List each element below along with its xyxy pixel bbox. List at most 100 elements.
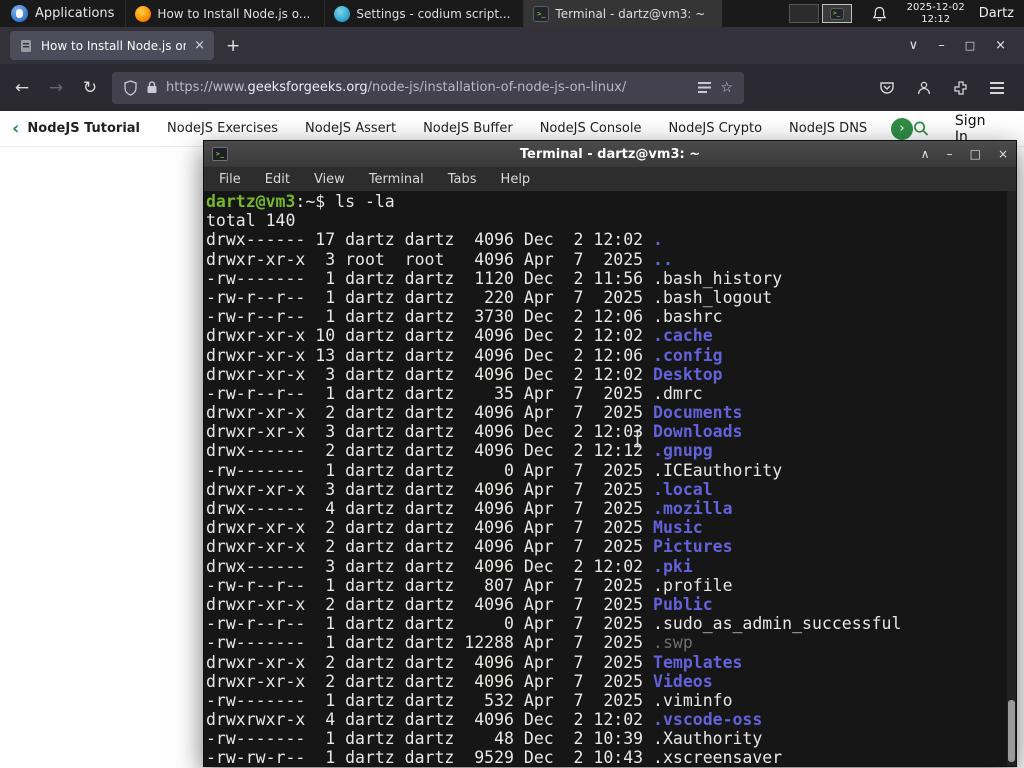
bookmark-star-icon[interactable]: ☆ xyxy=(720,80,733,96)
nav-item-nodejs-buffer[interactable]: NodeJS Buffer xyxy=(423,121,513,136)
terminal-title: Terminal - dartz@vm3: ~ xyxy=(519,146,701,162)
tracking-protection-shield-icon[interactable] xyxy=(123,79,138,96)
minimize-button[interactable]: – xyxy=(938,38,945,53)
clock[interactable]: 2025-12-02 12:12 xyxy=(899,0,973,27)
terminal-menubar: File Edit View Terminal Tabs Help xyxy=(204,167,1016,191)
applications-menu-label: Applications xyxy=(35,6,115,21)
terminal-close-button[interactable]: × xyxy=(998,147,1008,161)
menu-help[interactable]: Help xyxy=(501,172,531,187)
close-button[interactable]: × xyxy=(995,38,1006,53)
ls-row: -rw-r--r-- 1 dartz dartz 35 Apr 7 2025 .… xyxy=(206,383,703,403)
account-icon[interactable] xyxy=(916,80,932,96)
ls-row: drwx------ 4 dartz dartz 4096 Apr 7 2025… xyxy=(206,499,733,518)
clock-time: 12:12 xyxy=(921,13,951,25)
extensions-icon[interactable] xyxy=(953,80,969,96)
terminal-scrollbar[interactable] xyxy=(1007,191,1016,766)
ls-row: -rw------- 1 dartz dartz 12288 Apr 7 202… xyxy=(206,633,693,653)
nav-item-nodejs-console[interactable]: NodeJS Console xyxy=(540,121,642,136)
reader-view-icon[interactable] xyxy=(697,81,712,94)
ls-row: drwxr-xr-x 2 dartz dartz 4096 Apr 7 2025… xyxy=(206,518,703,538)
url-text[interactable]: https://www.geeksforgeeks.org/node-js/in… xyxy=(166,80,689,95)
tab-close-icon[interactable]: × xyxy=(194,38,205,53)
ls-row: -rw------- 1 dartz dartz 48 Dec 2 10:39 … xyxy=(206,729,763,749)
browser-tab[interactable]: How to Install Node.js on × xyxy=(10,31,214,60)
desktop: Applications How to Install Node.js o...… xyxy=(0,0,1024,768)
ls-row: drwx------ 2 dartz dartz 4096 Dec 2 12:1… xyxy=(206,441,713,461)
ls-row: drwx------ 17 dartz dartz 4096 Dec 2 12:… xyxy=(206,230,663,250)
ls-row: drwxr-xr-x 2 dartz dartz 4096 Apr 7 2025… xyxy=(206,671,713,691)
toolbar-icons xyxy=(879,79,1014,97)
menu-edit[interactable]: Edit xyxy=(265,172,290,187)
terminal-window: >_ Terminal - dartz@vm3: ~ ∧ – □ × File … xyxy=(203,140,1017,767)
ls-row: drwxr-xr-x 2 dartz dartz 4096 Apr 7 2025… xyxy=(206,652,743,672)
nav-item-nodejs-tutorial[interactable]: NodeJS Tutorial xyxy=(27,121,140,136)
terminal-shade-button[interactable]: ∧ xyxy=(921,147,930,161)
page-favicon xyxy=(21,39,31,52)
workspace-switcher[interactable]: >_ xyxy=(781,0,860,27)
nav-item-nodejs-exercises[interactable]: NodeJS Exercises xyxy=(167,121,278,136)
top-panel: Applications How to Install Node.js o...… xyxy=(0,0,1024,27)
menu-icon[interactable] xyxy=(990,79,1004,97)
terminal-icon: >_ xyxy=(533,5,550,22)
menu-file[interactable]: File xyxy=(219,172,241,187)
terminal-maximize-button[interactable]: □ xyxy=(970,147,981,161)
url-bar[interactable]: https://www.geeksforgeeks.org/node-js/in… xyxy=(112,71,744,104)
ls-row: -rw-r--r-- 1 dartz dartz 807 Apr 7 2025 … xyxy=(206,575,733,595)
tab-bar: How to Install Node.js on × + ∨ – □ × xyxy=(0,27,1024,64)
nav-item-nodejs-dns[interactable]: NodeJS DNS xyxy=(789,121,867,136)
search-icon[interactable] xyxy=(913,120,929,137)
codium-icon xyxy=(334,5,351,22)
back-button[interactable]: ← xyxy=(10,78,34,98)
ls-row: drwxr-xr-x 3 dartz dartz 4096 Dec 2 12:0… xyxy=(206,422,743,442)
notifications-bell-icon[interactable] xyxy=(860,0,899,27)
terminal-scrollbar-thumb[interactable] xyxy=(1008,700,1015,762)
taskbar-item-codium[interactable]: Settings - codium script... xyxy=(324,0,523,27)
mouse-cursor-ibeam xyxy=(632,430,643,452)
maximize-button[interactable]: □ xyxy=(965,39,975,52)
ls-row: drwxr-xr-x 3 dartz dartz 4096 Apr 7 2025… xyxy=(206,479,713,499)
list-all-tabs-icon[interactable]: ∨ xyxy=(909,38,919,53)
terminal-window-controls: ∧ – □ × xyxy=(921,147,1008,161)
total-line: total 140 xyxy=(206,211,296,231)
prompt-line: dartz@vm3:~$ ls -la xyxy=(206,192,395,211)
new-tab-button[interactable]: + xyxy=(214,36,252,56)
ls-row: drwxr-xr-x 3 dartz dartz 4096 Dec 2 12:0… xyxy=(206,364,723,384)
workspace-2-terminal[interactable]: >_ xyxy=(821,4,852,23)
menu-view[interactable]: View xyxy=(314,172,345,187)
terminal-titlebar[interactable]: >_ Terminal - dartz@vm3: ~ ∧ – □ × xyxy=(204,141,1016,167)
mini-terminal-icon: >_ xyxy=(829,7,844,20)
applications-menu-button[interactable]: Applications xyxy=(0,0,125,27)
clock-date: 2025-12-02 xyxy=(906,1,965,13)
nav-scroll-right-icon[interactable]: › xyxy=(890,117,913,140)
ls-row: -rw-r--r-- 1 dartz dartz 3730 Dec 2 12:0… xyxy=(206,307,723,327)
ls-row: drwxr-xr-x 13 dartz dartz 4096 Dec 2 12:… xyxy=(206,345,723,365)
ls-row: -rw-rw-r-- 1 dartz dartz 9529 Dec 2 10:4… xyxy=(206,748,783,766)
tab-title: How to Install Node.js on xyxy=(41,38,187,53)
lock-icon[interactable] xyxy=(146,80,158,95)
terminal-output: dartz@vm3:~$ ls -la total 140 drwx------ 1… xyxy=(206,192,1016,766)
nav-scroll-left-icon[interactable]: ‹ xyxy=(10,118,27,139)
ls-row: -rw-r--r-- 1 dartz dartz 220 Apr 7 2025 … xyxy=(206,287,773,307)
terminal-minimize-button[interactable]: – xyxy=(947,147,953,161)
nav-item-nodejs-crypto[interactable]: NodeJS Crypto xyxy=(668,121,762,136)
user-label: Dartz xyxy=(978,6,1014,21)
ls-row: drwxr-xr-x 2 dartz dartz 4096 Apr 7 2025… xyxy=(206,594,713,614)
taskbar-item-terminal[interactable]: >_ Terminal - dartz@vm3: ~ xyxy=(523,0,723,27)
forward-button[interactable]: → xyxy=(44,78,68,98)
ls-row: -rw------- 1 dartz dartz 1120 Dec 2 11:5… xyxy=(206,268,783,288)
ls-row: -rw-r--r-- 1 dartz dartz 0 Apr 7 2025 .s… xyxy=(206,614,902,634)
applications-menu-icon xyxy=(11,5,28,22)
ls-row: drwxr-xr-x 2 dartz dartz 4096 Apr 7 2025… xyxy=(206,537,733,557)
ls-row: -rw------- 1 dartz dartz 0 Apr 7 2025 .I… xyxy=(206,460,783,480)
pocket-icon[interactable] xyxy=(879,81,895,95)
ls-row: drwx------ 3 dartz dartz 4096 Dec 2 12:0… xyxy=(206,556,693,576)
ls-row: -rw------- 1 dartz dartz 532 Apr 7 2025 … xyxy=(206,690,733,710)
reload-button[interactable]: ↻ xyxy=(78,78,102,98)
workspace-1[interactable] xyxy=(788,4,819,23)
taskbar-item-firefox[interactable]: How to Install Node.js o... xyxy=(125,0,324,27)
terminal-body[interactable]: dartz@vm3:~$ ls -la total 140 drwx------ 1… xyxy=(204,191,1016,766)
nav-item-nodejs-assert[interactable]: NodeJS Assert xyxy=(305,121,396,136)
menu-tabs[interactable]: Tabs xyxy=(448,172,477,187)
menu-terminal[interactable]: Terminal xyxy=(369,172,424,187)
ls-row: drwxr-xr-x 10 dartz dartz 4096 Dec 2 12:… xyxy=(206,326,713,346)
